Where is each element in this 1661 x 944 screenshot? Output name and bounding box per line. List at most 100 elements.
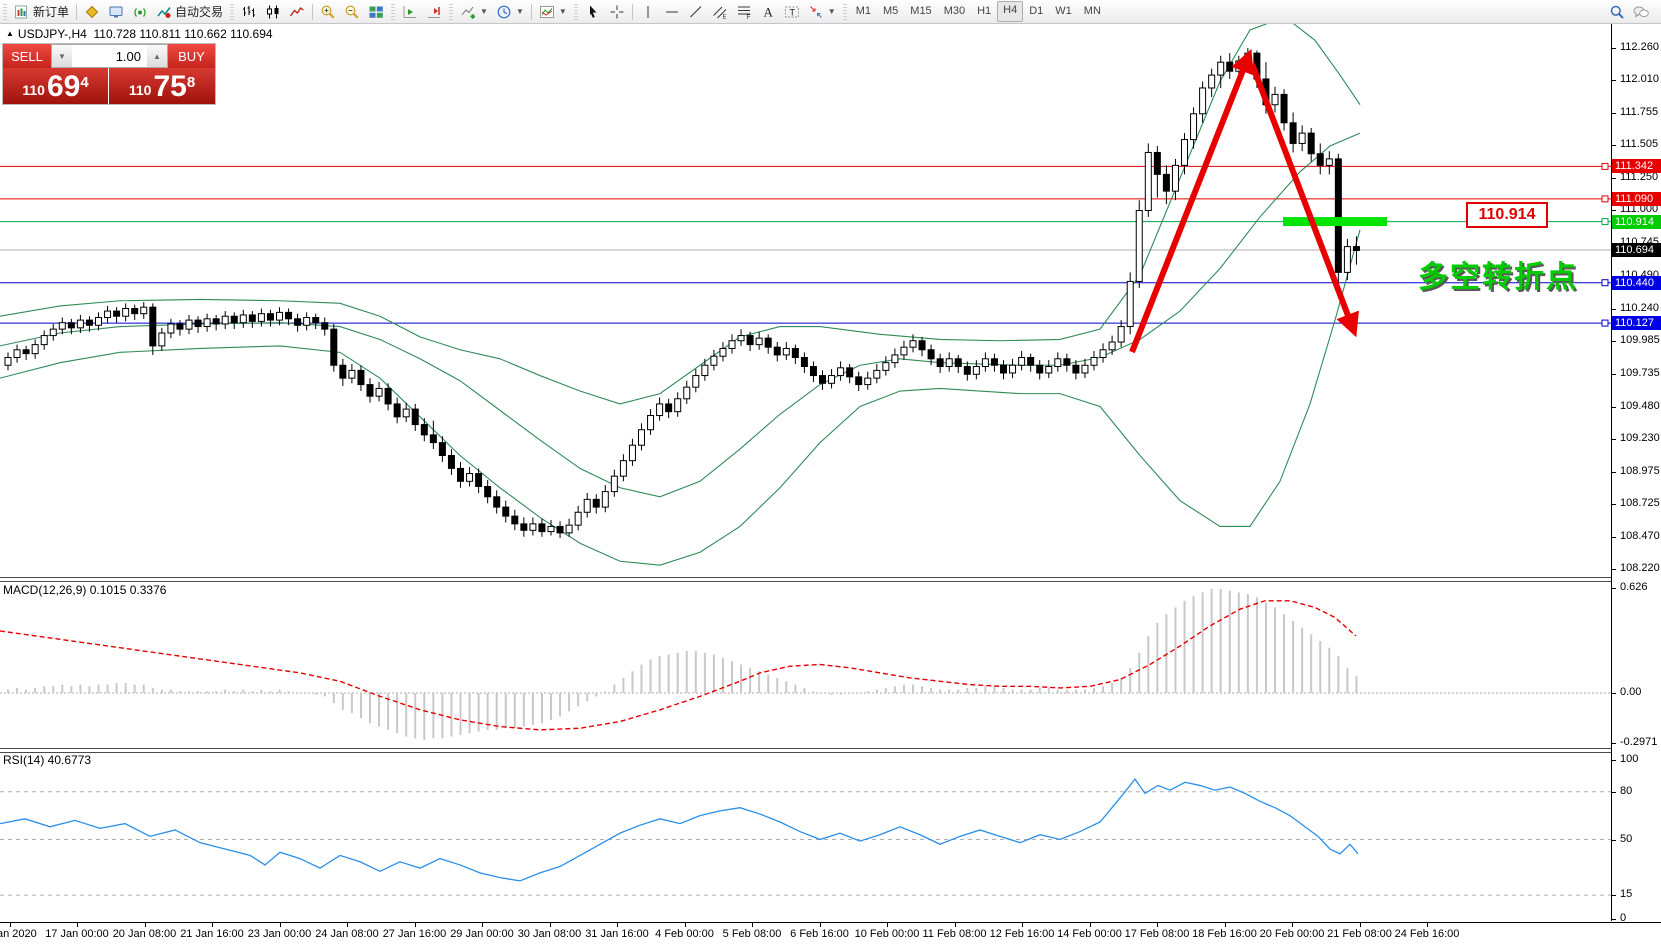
toolbar-separator (632, 4, 633, 20)
toolbar-drag-handle[interactable] (3, 4, 7, 20)
axis-tick (1612, 374, 1616, 375)
timeframe-m15-button[interactable]: M15 (904, 2, 937, 21)
channel-tool[interactable]: E (708, 1, 732, 22)
timeframe-h4-button[interactable]: H4 (997, 1, 1023, 22)
rsi-tick-label: 80 (1620, 785, 1632, 797)
vertical-line-tool[interactable] (636, 1, 660, 22)
zoom-out-button[interactable] (340, 1, 364, 22)
indicators-button[interactable]: ▼ (535, 1, 571, 22)
new-order-button-label: 新订单 (33, 3, 69, 20)
timeframe-m30-button[interactable]: M30 (938, 2, 971, 21)
timeframe-h1-button[interactable]: H1 (971, 2, 997, 21)
horizontal-line-icon (664, 4, 680, 20)
auto-scroll-button[interactable] (398, 1, 422, 22)
price-axis[interactable]: 112.260112.010111.755111.505111.250111.0… (1612, 22, 1661, 921)
price-tick-label: 111.505 (1620, 138, 1658, 150)
time-tick-label: 29 Jan 00:00 (450, 928, 514, 940)
toolbar-separator (76, 4, 77, 20)
zoom-in-button[interactable] (316, 1, 340, 22)
time-tick (77, 923, 78, 927)
toolbar-drag-handle[interactable] (449, 4, 453, 20)
toolbar-separator (312, 4, 313, 20)
signals-button[interactable] (128, 1, 152, 22)
time-tick-label: 27 Jan 16:00 (383, 928, 447, 940)
new-order-button[interactable]: 新订单 (10, 1, 73, 22)
toolbar-drag-handle[interactable] (391, 4, 395, 20)
autotrading-button[interactable]: 自动交易 (152, 1, 227, 22)
crosshair-tool-button[interactable] (605, 1, 629, 22)
toolbar-drag-handle[interactable] (230, 4, 234, 20)
price-tick-label: 110.240 (1620, 302, 1659, 314)
axis-tick (1612, 80, 1616, 81)
buy-price[interactable]: 110 75 8 (108, 68, 215, 104)
axis-tick (1612, 743, 1616, 744)
axis-tick (1612, 895, 1616, 896)
search-button[interactable] (1605, 1, 1629, 22)
time-tick-label: 11 Feb 08:00 (922, 928, 986, 940)
sell-price[interactable]: 110 69 4 (3, 68, 108, 104)
rsi-tick-label: 15 (1620, 888, 1632, 900)
zoom-out-icon (344, 4, 360, 20)
toolbar-drag-handle[interactable] (843, 4, 847, 20)
axis-tick (1612, 693, 1616, 694)
price-callout-box[interactable]: 110.914 (1466, 202, 1548, 228)
time-axis[interactable]: 5 Jan 202017 Jan 00:0020 Jan 08:0021 Jan… (0, 922, 1661, 944)
macd-canvas[interactable] (0, 580, 1611, 748)
timeframe-d1-button[interactable]: D1 (1023, 2, 1049, 21)
trendline-tool[interactable] (684, 1, 708, 22)
sell-button[interactable]: SELL (3, 44, 51, 68)
cn-annotation[interactable]: 多空转折点 (1418, 252, 1578, 296)
chevron-down-icon: ▼ (828, 7, 836, 16)
buy-price-big: 75 (153, 72, 186, 102)
candlestick-chart-button[interactable] (261, 1, 285, 22)
price-tick-label: 109.230 (1620, 432, 1660, 444)
gold-button[interactable] (80, 1, 104, 22)
axis-tick (1612, 210, 1616, 211)
new-chart-button[interactable]: ▼ (456, 1, 492, 22)
cursor-tool-button[interactable] (581, 1, 605, 22)
chat-icon (1633, 4, 1649, 20)
chart-shift-button[interactable] (422, 1, 446, 22)
axis-tick (1612, 840, 1616, 841)
buy-button[interactable]: BUY (168, 44, 215, 68)
rsi-canvas[interactable] (0, 751, 1611, 921)
toolbar-drag-handle[interactable] (574, 4, 578, 20)
timeframe-m5-button[interactable]: M5 (877, 2, 904, 21)
label-tool[interactable]: T (780, 1, 804, 22)
time-tick-label: 23 Jan 00:00 (248, 928, 312, 940)
rsi-tick-label: 100 (1620, 753, 1638, 765)
main-chart-canvas[interactable] (0, 22, 1611, 577)
axis-tick (1612, 504, 1616, 505)
sell-price-big: 69 (47, 72, 80, 102)
one-click-trade-panel: SELL ▼ 1.00 ▲ BUY 110 69 4 110 75 8 (2, 43, 216, 105)
volume-increase-button[interactable]: ▲ (147, 45, 167, 67)
time-tick (752, 923, 753, 927)
pane-separator-macd-rsi[interactable] (0, 748, 1661, 753)
price-level-badge: 110.914 (1612, 215, 1661, 229)
chat-button[interactable] (1629, 1, 1653, 22)
time-tick (617, 923, 618, 927)
timeframe-m1-button[interactable]: M1 (850, 2, 877, 21)
bar-chart-button[interactable] (237, 1, 261, 22)
price-tick-label: 108.725 (1620, 497, 1660, 509)
arrows-tool[interactable]: ▼ (804, 1, 840, 22)
volume-decrease-button[interactable]: ▼ (52, 45, 72, 67)
tile-windows-button[interactable] (364, 1, 388, 22)
community-button[interactable] (104, 1, 128, 22)
volume-field[interactable]: 1.00 (72, 45, 147, 67)
pane-separator-main-macd[interactable] (0, 577, 1661, 582)
time-tick-label: 21 Feb 08:00 (1327, 928, 1392, 940)
timeframe-w1-button[interactable]: W1 (1049, 2, 1078, 21)
horizontal-line-tool[interactable] (660, 1, 684, 22)
main-toolbar: 新订单自动交易▼▼▼EFAT▼M1M5M15M30H1H4D1W1MN (0, 0, 1661, 24)
line-chart-button[interactable] (285, 1, 309, 22)
profiles-button[interactable]: ▼ (492, 1, 528, 22)
axis-tick (1612, 569, 1616, 570)
current-price-badge: 110.694 (1612, 243, 1661, 257)
toolbar-separator (531, 4, 532, 20)
macd-label: MACD(12,26,9) 0.1015 0.3376 (3, 583, 166, 597)
time-tick-label: 5 Jan 2020 (0, 928, 37, 940)
timeframe-mn-button[interactable]: MN (1078, 2, 1107, 21)
text-tool[interactable]: A (756, 1, 780, 22)
fibonacci-tool[interactable]: F (732, 1, 756, 22)
